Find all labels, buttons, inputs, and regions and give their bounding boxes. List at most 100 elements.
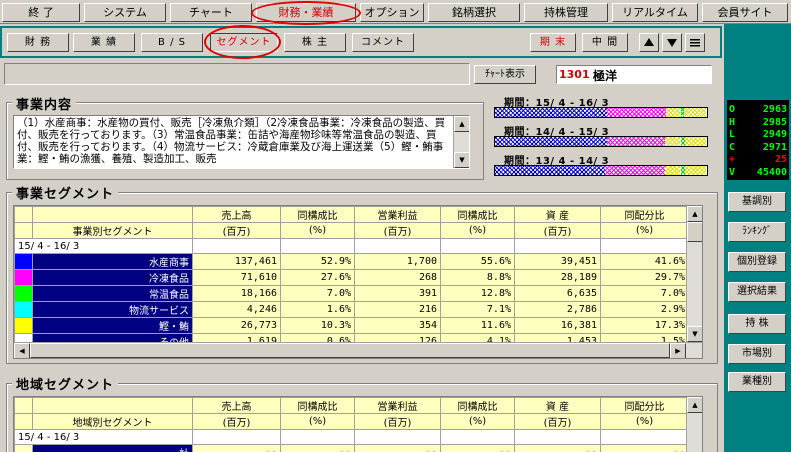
menu-realtime[interactable]: リアルタイム: [612, 3, 698, 22]
scroll-down-icon[interactable]: ▼: [454, 152, 469, 168]
business-scrollbar[interactable]: ▲ ▼: [453, 116, 469, 168]
tab-results[interactable]: 業 績: [73, 33, 135, 52]
period-bar: [494, 107, 708, 118]
term-end-button[interactable]: 期 末: [530, 33, 576, 52]
table-row[interactable]: 冷凍食品 71,610 27.6% 268 8.8% 28,189 29.7%: [14, 269, 689, 286]
period-bar-segment: [683, 108, 706, 117]
region-table: 売上高 同構成比 営業利益 同構成比資 産同配分比 地域別セグメント (百万) (%) (百万…: [14, 397, 689, 452]
segment-value: 8.8%: [440, 269, 515, 286]
table-row[interactable]: 鰹・鮪 26,773 10.3% 354 11.6% 16,381 17.3%: [14, 317, 689, 334]
price-label: H: [729, 116, 736, 128]
menu-exit[interactable]: 終 了: [2, 3, 80, 22]
price-value: 2985: [762, 116, 787, 128]
down-arrow-button[interactable]: [662, 33, 682, 52]
table-row[interactable]: 常温食品 18,166 7.0% 391 12.8% 6,635 7.0%: [14, 285, 689, 302]
empty-cell: [280, 429, 355, 445]
total-value: --: [600, 444, 689, 452]
scroll-thumb[interactable]: [30, 343, 670, 358]
up-triangle-icon: [644, 38, 654, 46]
scroll-up-icon[interactable]: ▲: [687, 397, 702, 413]
unit-header: (百万): [514, 413, 601, 430]
industry-button[interactable]: 業種別: [728, 372, 786, 392]
segment-color-swatch: [14, 253, 33, 270]
menu-options[interactable]: オプション: [360, 3, 424, 22]
business-text-box[interactable]: （1）水産商事：水産物の買付、販売［冷凍魚介類］（2冷凍食品事業：冷凍食品の製造…: [13, 115, 470, 169]
tab-segment[interactable]: セグメント: [210, 33, 278, 52]
tab-finance[interactable]: 財 務: [7, 33, 69, 52]
segment-value: 28,189: [514, 269, 601, 286]
total-value: --: [192, 444, 281, 452]
total-row[interactable]: 計------------: [14, 444, 689, 452]
header-cell: [14, 397, 33, 414]
market-button[interactable]: 市場別: [728, 344, 786, 364]
stock-code-field[interactable]: 1301 極洋: [556, 65, 712, 84]
column-header: 同配分比: [600, 206, 689, 223]
segment-color-swatch: [14, 317, 33, 334]
scroll-right-icon[interactable]: ▶: [670, 343, 686, 358]
segment-value: 4,246: [192, 301, 281, 318]
tab-comment[interactable]: コメント: [352, 33, 414, 52]
unit-header: (百万): [192, 413, 281, 430]
price-label: L: [729, 129, 736, 140]
scroll-left-icon[interactable]: ◀: [14, 343, 30, 358]
segment-name: 鰹・鮪: [32, 317, 193, 334]
empty-cell: [440, 238, 515, 254]
segment-color-swatch: [14, 444, 33, 452]
segment-table: 売上高 同構成比 営業利益 同構成比資 産同配分比 事業別セグメント (百万) (%) (百万…: [14, 206, 689, 350]
menu-member-site[interactable]: 会員サイト: [702, 3, 788, 22]
menu-system[interactable]: システム: [84, 3, 166, 22]
period-bar-segment: [607, 137, 665, 146]
segment-value: 55.6%: [440, 253, 515, 270]
tab-balance-sheet[interactable]: B / S: [141, 33, 203, 52]
empty-cell: [192, 238, 281, 254]
total-label: 計: [32, 444, 193, 452]
segment-name: 物流サービス: [32, 301, 193, 318]
empty-cell: [600, 238, 689, 254]
scroll-up-icon[interactable]: ▲: [687, 206, 702, 222]
region-vscroll[interactable]: ▲: [686, 397, 702, 452]
header-cell: [14, 413, 33, 430]
price-label: O: [729, 104, 736, 115]
table-row[interactable]: 物流サービス 4,246 1.6% 216 7.1% 2,786 2.9%: [14, 301, 689, 318]
tab-shareholders[interactable]: 株 主: [284, 33, 346, 52]
menu-chart[interactable]: チャート: [170, 3, 252, 22]
segment-color-swatch: [14, 285, 33, 302]
individual-register-button[interactable]: 個別登録: [728, 252, 786, 272]
segment-value: 16,381: [514, 317, 601, 334]
price-row: V 45400: [727, 167, 789, 178]
segment-vscroll[interactable]: ▲ ▼: [686, 206, 702, 342]
empty-cell: [354, 429, 441, 445]
total-value: --: [280, 444, 355, 452]
total-value: --: [514, 444, 601, 452]
column-header: 同構成比: [440, 206, 515, 223]
menu-finance-results[interactable]: 財務・業績: [256, 3, 356, 22]
segment-value: 137,461: [192, 253, 281, 270]
selection-result-button[interactable]: 選択結果: [728, 282, 786, 302]
segment-value: 29.7%: [600, 269, 689, 286]
menu-holdings[interactable]: 持株管理: [524, 3, 608, 22]
ranking-button[interactable]: ﾗﾝｷﾝｸﾞ: [728, 222, 786, 242]
menu-button[interactable]: [685, 33, 705, 52]
scroll-down-icon[interactable]: ▼: [687, 326, 702, 342]
trend-button[interactable]: 基調別: [728, 192, 786, 212]
up-arrow-button[interactable]: [639, 33, 659, 52]
chart-display-button[interactable]: ﾁｬｰﾄ表示: [474, 65, 536, 84]
price-row: +25: [727, 154, 789, 165]
scroll-up-icon[interactable]: ▲: [454, 116, 469, 132]
term-interim-button[interactable]: 中 間: [582, 33, 628, 52]
column-header: 同構成比: [280, 206, 355, 223]
menu-stock-select[interactable]: 銘柄選択: [428, 3, 520, 22]
segment-value: 10.3%: [280, 317, 355, 334]
holdings-button[interactable]: 持 株: [728, 314, 786, 334]
column-header: 売上高: [192, 206, 281, 223]
segment-hscroll[interactable]: ◀ ▶: [14, 342, 702, 358]
unit-header: (百万): [514, 222, 601, 239]
header-row: 売上高 同構成比 営業利益 同構成比資 産同配分比: [14, 397, 689, 414]
scroll-thumb[interactable]: [687, 222, 702, 242]
segment-color-swatch: [14, 301, 33, 318]
table-row[interactable]: 水産商事 137,461 52.9% 1,700 55.6% 39,451 41.6%: [14, 253, 689, 270]
period-bar: [494, 136, 708, 147]
period-bar-segment: [495, 137, 608, 146]
empty-cell: [192, 429, 281, 445]
empty-cell: [514, 238, 601, 254]
